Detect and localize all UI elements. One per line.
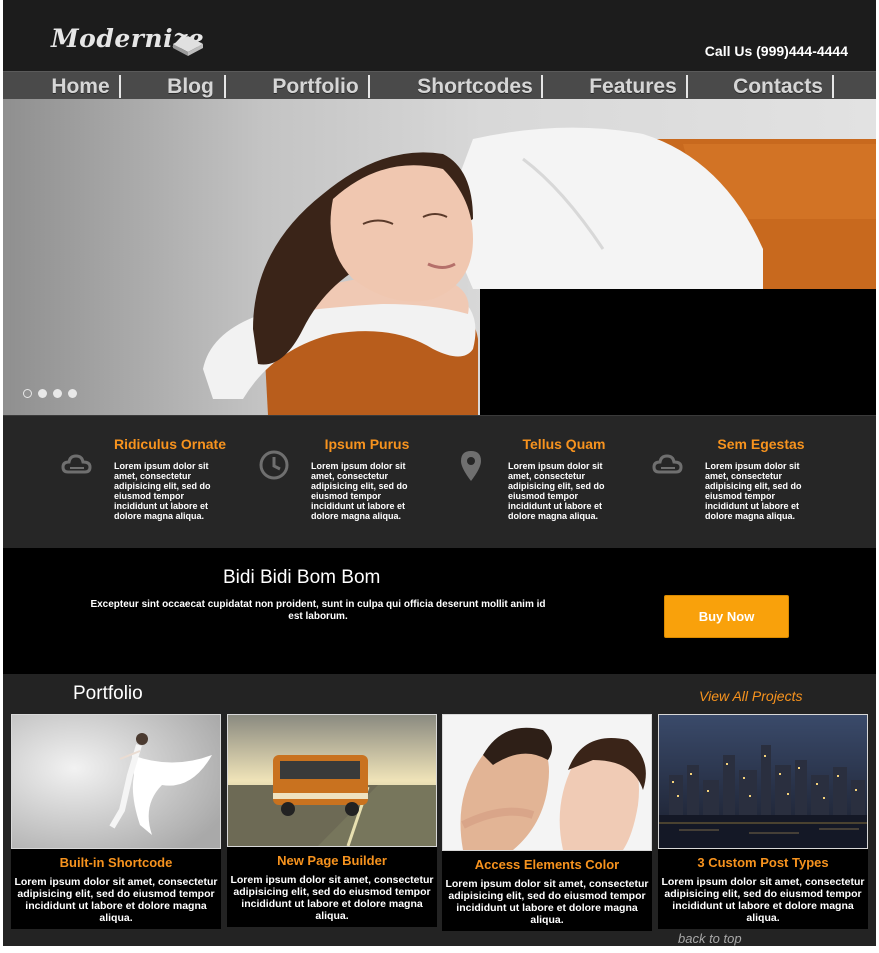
page: Modernize Call Us (999)444-4444 Home Blo… — [3, 0, 876, 946]
nav-home[interactable]: Home — [43, 75, 118, 99]
slider-dot[interactable] — [68, 389, 77, 398]
slider-dots — [23, 389, 77, 398]
nav-divider — [686, 75, 688, 98]
feature-title: Tellus Quam — [522, 436, 606, 452]
nav-divider — [541, 75, 543, 98]
site-header: Modernize Call Us (999)444-4444 — [3, 0, 876, 71]
portfolio-card[interactable]: 3 Custom Post Types Lorem ipsum dolor si… — [658, 714, 868, 929]
clock-icon — [259, 450, 289, 480]
slider-dot[interactable] — [53, 389, 62, 398]
buy-now-button[interactable]: Buy Now — [664, 595, 789, 638]
main-nav: Home Blog Portfolio Shortcodes Features … — [3, 71, 876, 99]
portfolio-card-text: Lorem ipsum dolor sit amet, consectetur … — [661, 876, 865, 924]
cloud-icon — [61, 454, 92, 474]
feature-text: Lorem ipsum dolor sit amet, consectetur … — [705, 461, 802, 521]
portfolio-card[interactable]: Built-in Shortcode Lorem ipsum dolor sit… — [11, 714, 221, 929]
feature-text: Lorem ipsum dolor sit amet, consectetur … — [114, 461, 211, 521]
nav-divider — [224, 75, 226, 98]
portfolio-card-text: Lorem ipsum dolor sit amet, consectetur … — [230, 874, 434, 922]
feature-text: Lorem ipsum dolor sit amet, consectetur … — [508, 461, 605, 521]
nav-shortcodes[interactable]: Shortcodes — [405, 75, 545, 99]
cloud-icon — [652, 454, 683, 474]
portfolio-image[interactable] — [227, 714, 437, 847]
logo-diamond-icon — [173, 36, 203, 56]
portfolio-card-title[interactable]: Built-in Shortcode — [11, 855, 221, 870]
portfolio-heading: Portfolio — [73, 683, 143, 704]
nav-divider — [368, 75, 370, 98]
map-pin-icon — [461, 451, 481, 481]
nav-divider — [119, 75, 121, 98]
nav-portfolio[interactable]: Portfolio — [258, 75, 373, 99]
feature-title: Sem Egestas — [717, 436, 805, 452]
nav-blog[interactable]: Blog — [153, 75, 228, 99]
portfolio-card-title[interactable]: Access Elements Color — [442, 857, 652, 872]
portfolio-card-text: Lorem ipsum dolor sit amet, consectetur … — [445, 878, 649, 926]
nav-divider — [832, 75, 834, 98]
feature-title: Ridiculus Ornate — [113, 436, 227, 452]
nav-contacts[interactable]: Contacts — [723, 75, 833, 99]
portfolio-card-text: Lorem ipsum dolor sit amet, consectetur … — [14, 876, 218, 924]
hero-slider[interactable] — [3, 99, 876, 415]
portfolio-image[interactable] — [658, 714, 868, 849]
view-all-projects-link[interactable]: View All Projects — [699, 688, 802, 704]
portfolio-card-title[interactable]: New Page Builder — [227, 853, 437, 868]
back-to-top-link[interactable]: back to top — [678, 931, 742, 946]
banner-title: Bidi Bidi Bom Bom — [223, 567, 381, 588]
slider-dot[interactable] — [23, 389, 32, 398]
nav-features[interactable]: Features — [578, 75, 688, 99]
portfolio-card[interactable]: New Page Builder Lorem ipsum dolor sit a… — [227, 714, 437, 927]
hero-caption-box — [480, 289, 876, 415]
feature-title: Ipsum Purus — [324, 436, 410, 452]
features-section: Ridiculus Ornate Lorem ipsum dolor sit a… — [3, 415, 876, 548]
promo-banner: Bidi Bidi Bom Bom Excepteur sint occaeca… — [3, 548, 876, 674]
portfolio-card-title[interactable]: 3 Custom Post Types — [658, 855, 868, 870]
feature-text: Lorem ipsum dolor sit amet, consectetur … — [311, 461, 408, 521]
portfolio-card[interactable]: Access Elements Color Lorem ipsum dolor … — [442, 714, 652, 931]
phone-number: Call Us (999)444-4444 — [704, 43, 848, 59]
portfolio-image[interactable] — [442, 714, 652, 851]
portfolio-section: Portfolio View All Projects Built-in Sho… — [3, 674, 876, 946]
slider-dot[interactable] — [38, 389, 47, 398]
portfolio-image[interactable] — [11, 714, 221, 849]
banner-text: Excepteur sint occaecat cupidatat non pr… — [90, 599, 546, 622]
